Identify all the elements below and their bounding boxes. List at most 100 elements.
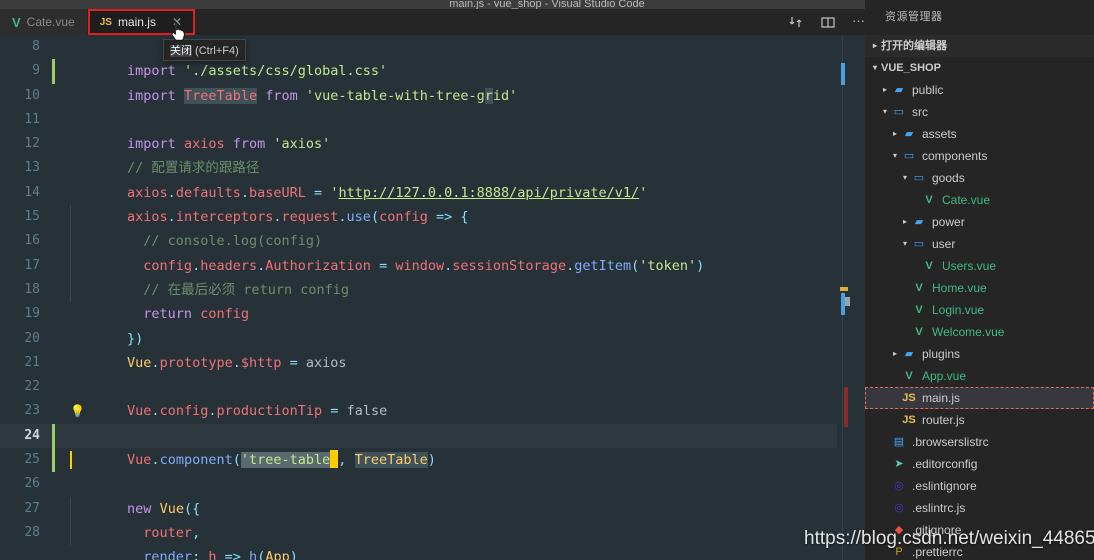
indent-guide	[70, 229, 71, 254]
code-line[interactable]: 16 config.headers.Authorization = window…	[0, 229, 837, 274]
file-tree-item-home-vue[interactable]: V Home.vue	[865, 277, 1094, 299]
editor-tab-bar[interactable]: V Cate.vue JS main.js ✕	[0, 9, 865, 35]
code-line-active[interactable]: 24 Vue.component('tree-table, TreeTable)	[0, 423, 837, 469]
line-number: 8	[32, 39, 40, 54]
file-tree-item-browserslistrc[interactable]: ▤ .browserslistrc	[865, 431, 1094, 453]
indent-guide	[70, 496, 71, 521]
file-tree-item-label: components	[922, 149, 988, 163]
file-tree-item-eslintignore[interactable]: ◎ .eslintignore	[865, 475, 1094, 497]
file-tree-item-prettierrc[interactable]: P .prettierrc	[865, 541, 1094, 560]
file-tree-item-components[interactable]: ▾ ▭ components	[865, 145, 1094, 167]
chevron-down-icon[interactable]: ▾	[899, 233, 911, 255]
close-icon[interactable]: ✕	[172, 15, 182, 29]
split-diff-icon[interactable]	[788, 14, 804, 30]
code-line[interactable]: 23 💡	[0, 399, 837, 423]
code-line[interactable]: 27 router,	[0, 496, 837, 541]
lightbulb-quickfix-icon[interactable]: 💡	[70, 402, 85, 420]
minimap-marker	[841, 63, 845, 85]
file-tree-item-label: Cate.vue	[942, 193, 991, 207]
window-title: main.js - vue_shop - Visual Studio Code	[449, 0, 645, 9]
file-tree-item-editorconfig[interactable]: ➤ .editorconfig	[865, 453, 1094, 475]
file-tree-item-label: public	[912, 83, 944, 97]
file-tree-item-eslintrc-js[interactable]: ◎ .eslintrc.js	[865, 497, 1094, 519]
code-line[interactable]: 22 Vue.config.productionTip = false	[0, 375, 837, 419]
folder-icon: ▰	[904, 347, 914, 360]
code-lines[interactable]: 8 import './assets/css/global.css' 9 impor…	[0, 35, 837, 560]
vue-file-icon: V	[915, 281, 923, 294]
editorconfig-icon: ➤	[894, 457, 904, 470]
chevron-down-icon[interactable]: ▾	[879, 101, 891, 123]
file-tree-item-router-js[interactable]: JS router.js	[865, 409, 1094, 431]
chevron-right-icon[interactable]: ▸	[869, 35, 881, 57]
section-open-editors[interactable]: ▸ 打开的编辑器	[865, 35, 1094, 57]
code-line[interactable]: 8 import './assets/css/global.css'	[0, 35, 837, 79]
file-tree-item-cate-vue[interactable]: V Cate.vue	[865, 189, 1094, 211]
code-line[interactable]: 10	[0, 84, 837, 108]
chevron-right-icon[interactable]: ▸	[899, 211, 911, 233]
chevron-down-icon[interactable]: ▾	[899, 167, 911, 189]
git-icon: ◆	[894, 523, 904, 536]
folder-icon: ▰	[914, 215, 924, 228]
section-label: 打开的编辑器	[881, 40, 947, 52]
chevron-right-icon[interactable]: ▸	[889, 123, 901, 145]
file-tree-item-user[interactable]: ▾ ▭ user	[865, 233, 1094, 255]
file-tree-item-src[interactable]: ▾ ▭ src	[865, 101, 1094, 123]
folder-open-icon: ▭	[903, 149, 915, 162]
tab-label: main.js	[117, 15, 156, 29]
file-tree-item-welcome-vue[interactable]: V Welcome.vue	[865, 321, 1094, 343]
code-line[interactable]: 26 new Vue({	[0, 472, 837, 516]
eslint-icon: ◎	[894, 501, 904, 514]
file-tree-item-goods[interactable]: ▾ ▭ goods	[865, 167, 1094, 189]
code-line[interactable]: 20 Vue.prototype.$http = axios	[0, 327, 837, 371]
minimap-marker	[840, 287, 848, 291]
code-line[interactable]: 17 // 在最后必须 return config	[0, 253, 837, 298]
code-line[interactable]: 12// 配置请求的跟路径	[0, 132, 837, 176]
code-line[interactable]: 9 import TreeTable from 'vue-table-with-t…	[0, 59, 837, 104]
vue-icon: V	[12, 14, 21, 30]
file-tree-item-gitignore[interactable]: ◆ .gitignore	[865, 519, 1094, 541]
file-tree-item-login-vue[interactable]: V Login.vue	[865, 299, 1094, 321]
chevron-down-icon[interactable]: ▾	[869, 57, 881, 79]
editor-minimap[interactable]	[837, 35, 851, 560]
tab-label: Cate.vue	[26, 15, 75, 29]
split-editor-icon[interactable]	[820, 14, 836, 30]
file-tree-item-label: Welcome.vue	[932, 325, 1005, 339]
folder-icon: ▰	[894, 83, 904, 96]
code-line[interactable]: 14 axios.interceptors.request.use(config …	[0, 181, 837, 225]
file-tree-item-assets[interactable]: ▸ ▰ assets	[865, 123, 1094, 145]
line-number: 14	[24, 184, 40, 200]
vue-file-icon: V	[925, 259, 933, 272]
chevron-down-icon[interactable]: ▾	[889, 145, 901, 167]
change-indicator	[52, 448, 55, 473]
file-tree-item-app-vue[interactable]: V App.vue	[865, 365, 1094, 387]
editor-vertical-scrollbar[interactable]	[851, 35, 865, 560]
file-tree-item-public[interactable]: ▸ ▰ public	[865, 79, 1094, 101]
file-tree-item-plugins[interactable]: ▸ ▰ plugins	[865, 343, 1094, 365]
code-line[interactable]: 13 axios.defaults.baseURL = 'http://127.0…	[0, 156, 837, 200]
code-line[interactable]: 11 import axios from 'axios'	[0, 108, 837, 152]
code-line[interactable]: 19})	[0, 302, 837, 346]
line-number: 20	[24, 330, 40, 346]
code-line[interactable]: 28 render: h => h(App)	[0, 520, 837, 560]
file-tree-item-users-vue[interactable]: V Users.vue	[865, 255, 1094, 277]
code-line[interactable]: 18 return config	[0, 277, 837, 322]
section-vue-shop[interactable]: ▾ VUE_SHOP	[865, 57, 1094, 79]
file-tree-item-main-js[interactable]: JS main.js	[865, 387, 1094, 409]
file-tree-item-label: router.js	[922, 413, 965, 427]
chevron-right-icon[interactable]: ▸	[879, 79, 891, 101]
code-editor[interactable]: 8 import './assets/css/global.css' 9 impor…	[0, 35, 865, 560]
code-line[interactable]: 21	[0, 351, 837, 375]
line-number: 19	[24, 306, 40, 322]
tab-cate-vue[interactable]: V Cate.vue	[0, 9, 88, 35]
editor-actions-toolbar[interactable]: ···	[788, 9, 868, 35]
file-tree-item-label: assets	[922, 127, 957, 141]
code-line[interactable]: 25	[0, 448, 837, 473]
vue-file-icon: V	[915, 325, 923, 338]
code-line[interactable]: 15 // console.log(config)	[0, 205, 837, 249]
tab-main-js[interactable]: JS main.js ✕	[87, 9, 196, 35]
file-tree-item-power[interactable]: ▸ ▰ power	[865, 211, 1094, 233]
file-tree-item-label: main.js	[922, 391, 961, 405]
chevron-right-icon[interactable]: ▸	[889, 343, 901, 365]
explorer-sidebar[interactable]: 资源管理器 ▸ 打开的编辑器 ▾ VUE_SHOP ▸ ▰ public ▾ ▭ src ▸…	[865, 0, 1094, 560]
file-tree[interactable]: ▸ ▰ public ▾ ▭ src ▸ ▰ assets ▾ ▭ components ▾ ▭ goods…	[865, 79, 1094, 560]
